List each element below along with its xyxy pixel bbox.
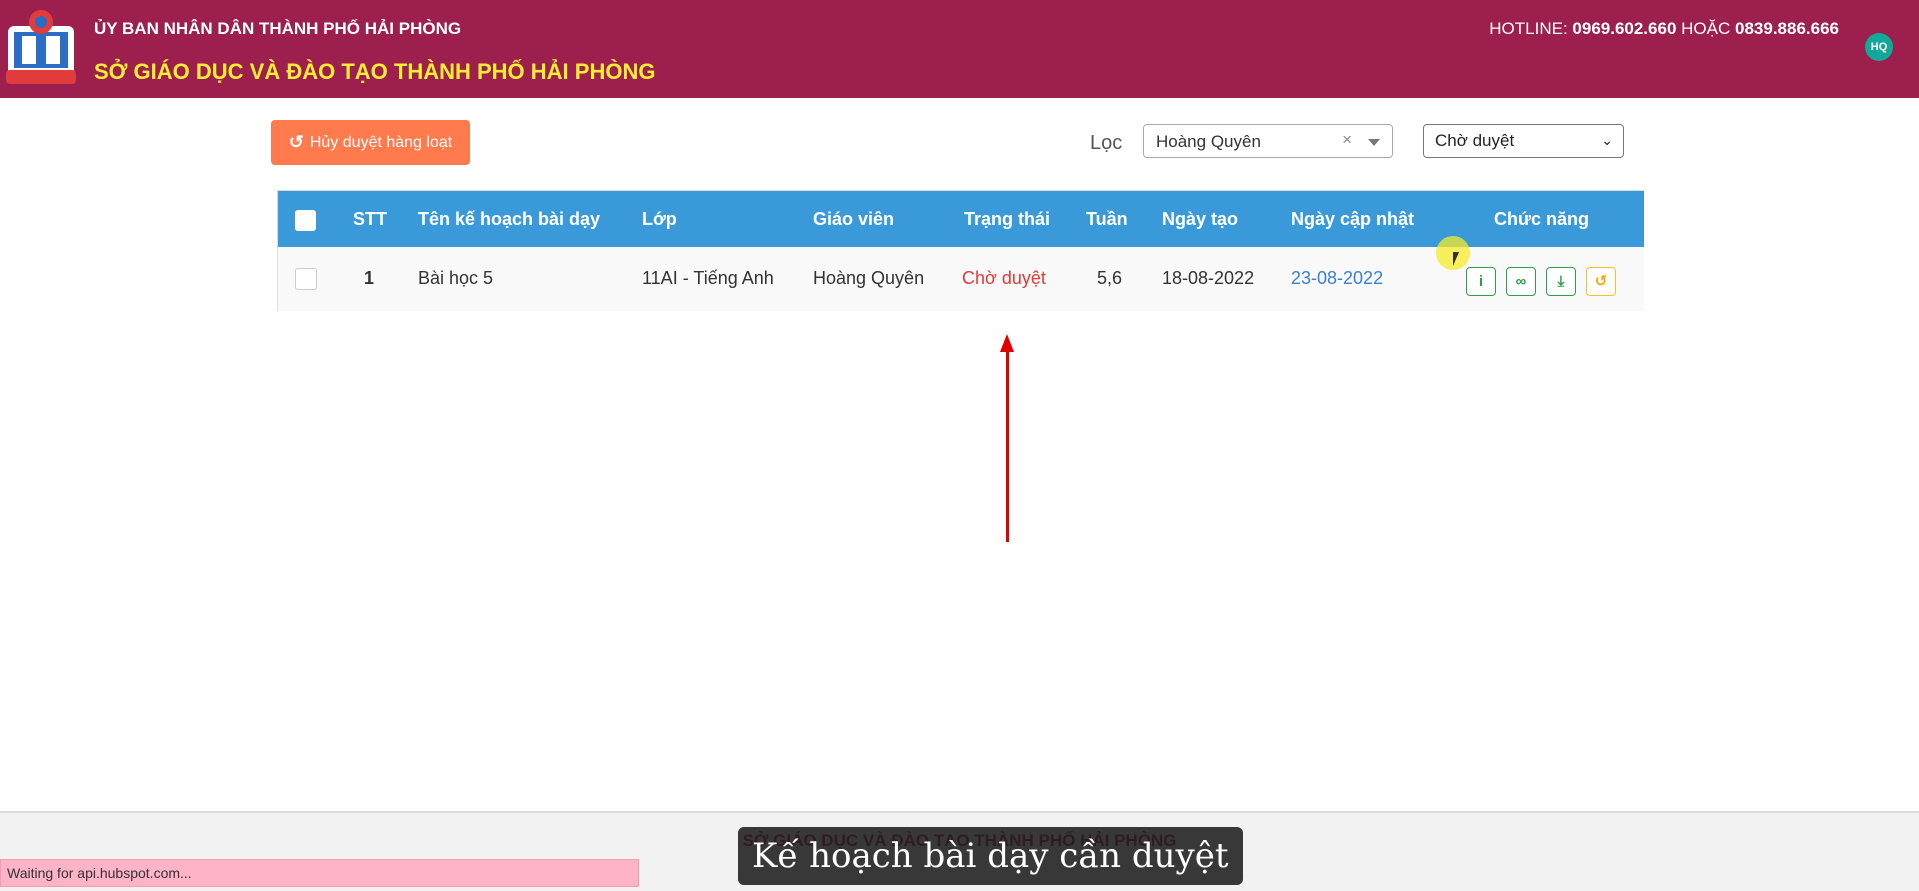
row-week: 5,6 xyxy=(1097,268,1123,288)
row-checkbox[interactable] xyxy=(295,268,317,290)
mouse-cursor-icon xyxy=(1453,252,1459,266)
row-stt: 1 xyxy=(364,268,375,288)
video-subtitle: Kế hoạch bài dạy cần duyệt xyxy=(738,827,1243,885)
column-header-updated-date: Ngày cập nhật xyxy=(1291,209,1415,229)
site-header: ỦY BAN NHÂN DÂN THÀNH PHỐ HẢI PHÒNG SỞ G… xyxy=(0,0,1919,98)
column-header-created-date: Ngày tạo xyxy=(1162,209,1239,229)
column-header-actions: Chức năng xyxy=(1494,209,1590,229)
row-created-date: 18-08-2022 xyxy=(1162,268,1255,288)
annotation-arrow xyxy=(1006,348,1009,542)
hotline-number-1: 0969.602.660 xyxy=(1572,19,1677,38)
header-parent-org: ỦY BAN NHÂN DÂN THÀNH PHỐ HẢI PHÒNG xyxy=(94,19,462,38)
header-department-title: SỞ GIÁO DỤC VÀ ĐÀO TẠO THÀNH PHỐ HẢI PHÒ… xyxy=(94,59,656,84)
status-filter-value: Chờ duyệt xyxy=(1435,131,1515,150)
filter-label: Lọc xyxy=(1090,132,1123,154)
browser-status-bar: Waiting for api.hubspot.com... xyxy=(0,859,639,887)
status-filter-select[interactable]: Chờ duyệt ⌄ xyxy=(1423,124,1624,158)
hotline-number-2: 0839.886.666 xyxy=(1735,19,1839,38)
select-all-checkbox[interactable] xyxy=(295,210,316,231)
caret-down-icon[interactable] xyxy=(1368,139,1380,146)
column-header-status: Trạng thái xyxy=(964,209,1051,229)
column-header-plan-name: Tên kế hoạch bài dạy xyxy=(418,209,601,229)
hotline-info: HOTLINE: 0969.602.660 HOẶC 0839.886.666 xyxy=(1489,19,1839,39)
row-plan-name: Bài học 5 xyxy=(418,268,494,288)
row-updated-date: 23-08-2022 xyxy=(1291,268,1384,288)
teacher-filter-select[interactable]: Hoàng Quyên × xyxy=(1143,124,1393,158)
clear-icon[interactable]: × xyxy=(1342,130,1352,150)
table-header: STT Tên kế hoạch bài dạy Lớp Giáo viên T… xyxy=(278,191,1644,247)
logo-icon xyxy=(6,10,76,84)
hotline-label: HOTLINE: xyxy=(1489,19,1568,38)
row-status: Chờ duyệt xyxy=(962,268,1046,288)
teacher-filter-value: Hoàng Quyên xyxy=(1156,132,1261,151)
bulk-cancel-approval-button[interactable]: ↺ Hủy duyệt hàng loạt xyxy=(271,120,470,165)
chevron-down-icon: ⌄ xyxy=(1601,132,1613,148)
download-icon[interactable]: ⤓ xyxy=(1546,267,1576,296)
undo-icon: ↺ xyxy=(288,132,304,152)
bulk-cancel-approval-label: Hủy duyệt hàng loạt xyxy=(309,133,453,151)
row-teacher: Hoàng Quyên xyxy=(813,268,925,288)
info-icon[interactable]: i xyxy=(1466,267,1496,296)
column-header-stt: STT xyxy=(353,209,387,229)
column-header-week: Tuần xyxy=(1086,209,1128,229)
user-avatar[interactable]: HQ xyxy=(1865,33,1893,61)
column-header-class: Lớp xyxy=(642,209,677,229)
row-class: 11AI - Tiếng Anh xyxy=(642,268,774,288)
history-icon[interactable]: ↺ xyxy=(1586,267,1616,296)
column-header-teacher: Giáo viên xyxy=(813,209,895,229)
link-icon[interactable]: ∞ xyxy=(1506,267,1536,296)
hotline-or: HOẶC xyxy=(1681,19,1731,38)
